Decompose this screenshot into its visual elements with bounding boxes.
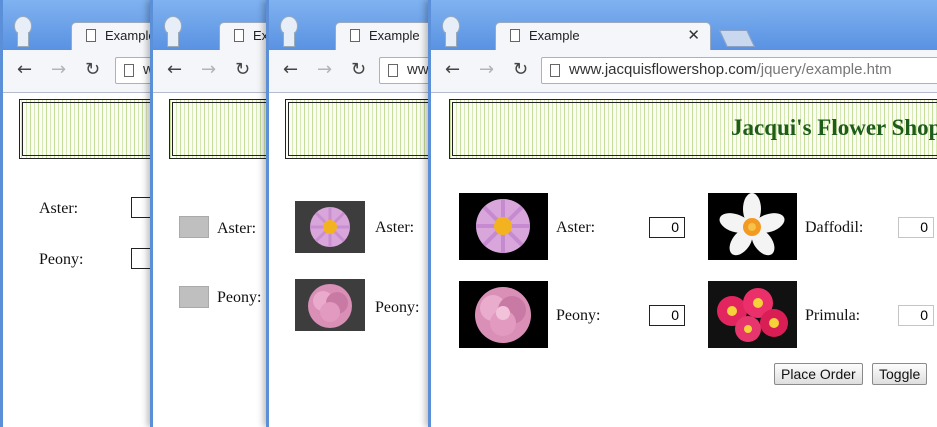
tab-bar: Example <box>3 0 158 50</box>
toolbar: ← → ↻ ww <box>269 50 434 93</box>
peony-label: Peony: <box>556 307 601 324</box>
forward-icon[interactable]: → <box>317 59 332 80</box>
tab-title: Example <box>529 28 580 43</box>
shop-banner <box>285 99 434 159</box>
browser-tab[interactable]: Example ✕ <box>495 22 711 50</box>
toolbar: ← → ↻ www.jacquisflowershop.com/jquery/e… <box>431 50 937 93</box>
page-icon <box>350 29 360 42</box>
tab-bar: Example <box>269 0 434 50</box>
url-host: www.jacquisflowershop.com <box>569 61 757 78</box>
page-icon <box>550 64 560 77</box>
url-path: /jquery/example.htm <box>756 61 892 78</box>
browser-window-2: Example ← → ↻ Aster: Peony: <box>150 0 275 427</box>
aster-label: Aster: <box>375 219 415 236</box>
peony-label: Peony: <box>39 251 84 268</box>
primula-quantity-input[interactable]: 0 <box>898 305 934 326</box>
back-icon[interactable]: ← <box>445 59 460 80</box>
shop-title: Jacqui's Flower Shop <box>731 115 937 140</box>
tab-bar: Example ✕ <box>431 0 937 50</box>
close-tab-icon[interactable]: ✕ <box>687 26 700 44</box>
reload-icon[interactable]: ↻ <box>85 59 100 80</box>
user-avatar-icon[interactable] <box>161 16 183 47</box>
page-content: Aster: Peony: <box>3 93 158 427</box>
user-avatar-icon[interactable] <box>277 16 299 47</box>
primula-label: Primula: <box>805 307 861 324</box>
browser-tab[interactable]: Example <box>335 22 434 50</box>
forward-icon[interactable]: → <box>201 59 216 80</box>
aster-thumbnail <box>179 216 209 238</box>
page-content: Jacqui's Flower Shop Aster: 0 Daffodil: … <box>431 93 937 427</box>
shop-banner <box>169 99 273 159</box>
toolbar: ← → ↻ <box>153 50 273 93</box>
reload-icon[interactable]: ↻ <box>513 59 528 80</box>
address-bar[interactable]: www.jacquisflowershop.com/jquery/example… <box>541 57 937 84</box>
browser-tab[interactable]: Example <box>71 22 158 50</box>
forward-icon[interactable]: → <box>51 59 66 80</box>
back-icon[interactable]: ← <box>17 59 32 80</box>
peony-quantity-input[interactable]: 0 <box>649 305 685 326</box>
browser-window-4: Example ✕ ← → ↻ www.jacquisflowershop.co… <box>428 0 937 427</box>
aster-label: Aster: <box>217 220 257 237</box>
shop-banner: Jacqui's Flower Shop <box>449 99 937 159</box>
aster-label: Aster: <box>556 219 596 236</box>
shop-banner <box>19 99 158 159</box>
forward-icon[interactable]: → <box>479 59 494 80</box>
back-icon[interactable]: ← <box>283 59 298 80</box>
tab-bar: Example <box>153 0 273 50</box>
peony-photo <box>295 279 365 331</box>
page-content: Aster: Peony: <box>153 93 273 427</box>
page-icon <box>388 64 398 77</box>
primula-photo <box>708 281 797 348</box>
peony-thumbnail <box>179 286 209 308</box>
page-icon <box>124 64 134 77</box>
page-icon <box>234 29 244 42</box>
reload-icon[interactable]: ↻ <box>351 59 366 80</box>
peony-label: Peony: <box>217 289 262 306</box>
tab-title: Example <box>105 28 156 43</box>
peony-label: Peony: <box>375 299 420 316</box>
browser-window-3: Example ← → ↻ ww Aster: Peony: <box>266 0 436 427</box>
page-icon <box>86 29 96 42</box>
new-tab-button[interactable] <box>719 30 755 47</box>
aster-label: Aster: <box>39 200 79 217</box>
aster-photo <box>295 201 365 253</box>
address-text: www.jacquisflowershop.com/jquery/example… <box>569 61 892 78</box>
user-avatar-icon[interactable] <box>11 16 33 47</box>
address-text: ww <box>407 61 429 78</box>
back-icon[interactable]: ← <box>167 59 182 80</box>
daffodil-quantity-input[interactable]: 0 <box>898 217 934 238</box>
daffodil-label: Daffodil: <box>805 219 864 236</box>
user-avatar-icon[interactable] <box>439 16 461 47</box>
tab-title: Example <box>369 28 420 43</box>
browser-window-1: Example ← → ↻ ww Aster: Peony: <box>0 0 160 427</box>
peony-photo <box>459 281 548 348</box>
page-icon <box>510 29 520 42</box>
page-content: Aster: Peony: <box>269 93 434 427</box>
toolbar: ← → ↻ ww <box>3 50 158 93</box>
place-order-button[interactable]: Place Order <box>774 363 863 385</box>
aster-photo <box>459 193 548 260</box>
toggle-button[interactable]: Toggle <box>872 363 928 385</box>
aster-quantity-input[interactable]: 0 <box>649 217 685 238</box>
reload-icon[interactable]: ↻ <box>235 59 250 80</box>
daffodil-photo <box>708 193 797 260</box>
